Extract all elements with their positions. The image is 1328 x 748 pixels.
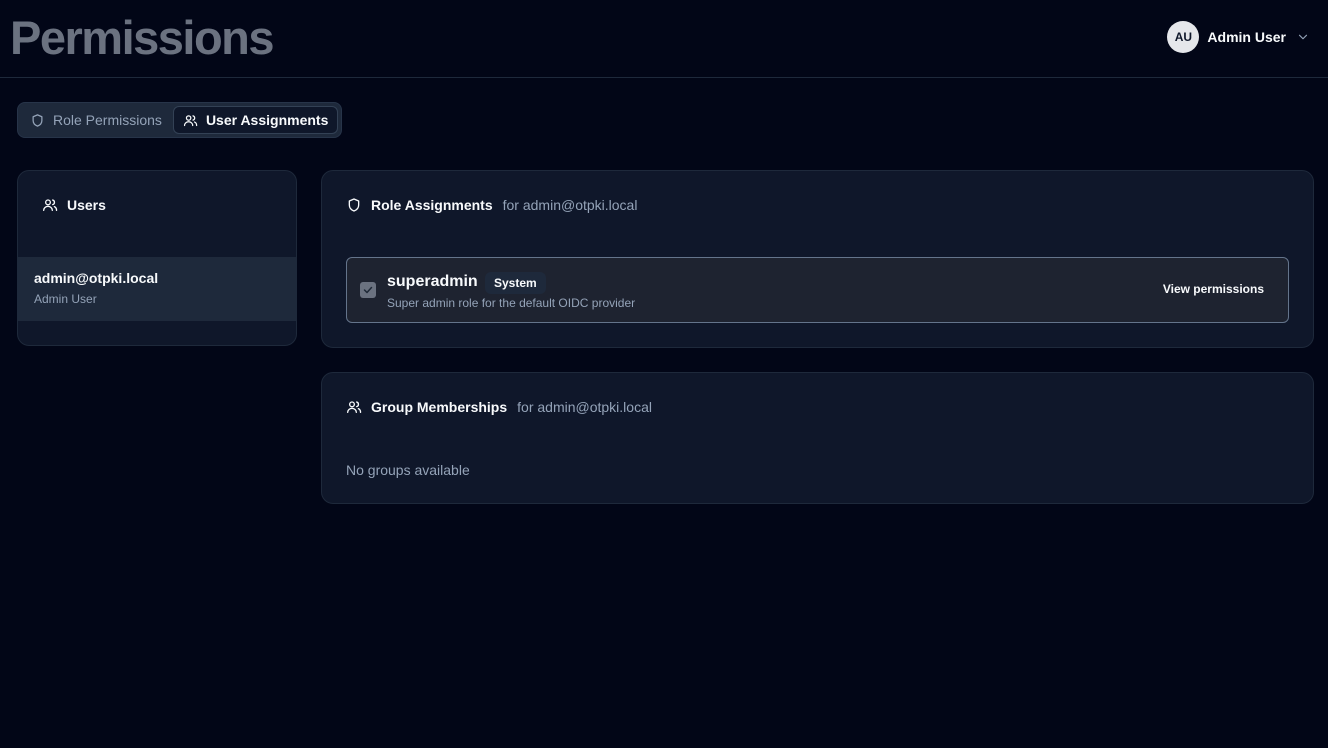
tab-user-assignments[interactable]: User Assignments bbox=[172, 106, 339, 134]
system-badge: System bbox=[485, 272, 546, 294]
users-icon bbox=[183, 114, 198, 126]
role-name: superadmin bbox=[387, 273, 478, 290]
user-menu-name: Admin User bbox=[1207, 29, 1286, 45]
group-memberships-header: Group Memberships for admin@otpki.local bbox=[346, 399, 652, 415]
tab-label: User Assignments bbox=[205, 112, 329, 128]
role-assignments-panel: Role Assignments for admin@otpki.local s… bbox=[321, 170, 1314, 348]
tab-label: Role Permissions bbox=[53, 112, 162, 128]
group-memberships-panel: Group Memberships for admin@otpki.local … bbox=[321, 372, 1314, 504]
users-icon bbox=[347, 401, 362, 413]
shield-icon bbox=[32, 113, 43, 127]
empty-groups-message: No groups available bbox=[346, 462, 470, 478]
user-list-item[interactable]: admin@otpki.local Admin User bbox=[18, 257, 296, 321]
group-memberships-subtitle: for admin@otpki.local bbox=[517, 399, 652, 415]
shield-icon bbox=[348, 198, 360, 212]
chevron-down-icon bbox=[1298, 34, 1308, 40]
role-checkbox[interactable] bbox=[360, 282, 376, 298]
tab-role-permissions[interactable]: Role Permissions bbox=[21, 106, 171, 134]
group-memberships-title: Group Memberships bbox=[371, 399, 508, 415]
page-title: Permissions bbox=[10, 11, 275, 64]
users-panel-title: Users bbox=[67, 197, 106, 213]
role-item: superadmin System Super admin role for t… bbox=[346, 257, 1289, 323]
role-assignments-subtitle: for admin@otpki.local bbox=[502, 197, 638, 213]
user-display-name: Admin User bbox=[34, 292, 97, 306]
view-permissions-button[interactable]: View permissions bbox=[1155, 280, 1272, 298]
view-tabs: Role Permissions User Assignments bbox=[17, 102, 343, 138]
users-icon bbox=[43, 199, 58, 211]
users-panel: Users admin@otpki.local Admin User bbox=[17, 170, 297, 346]
user-menu[interactable]: AU Admin User bbox=[1167, 21, 1310, 53]
check-icon bbox=[363, 286, 373, 294]
role-description: Super admin role for the default OIDC pr… bbox=[387, 296, 636, 310]
top-bar: Permissions AU Admin User bbox=[0, 0, 1328, 78]
role-assignments-header: Role Assignments for admin@otpki.local bbox=[346, 197, 637, 213]
user-email: admin@otpki.local bbox=[34, 270, 159, 286]
users-panel-header: Users bbox=[42, 197, 106, 213]
avatar: AU bbox=[1167, 21, 1200, 53]
role-assignments-title: Role Assignments bbox=[371, 197, 493, 213]
